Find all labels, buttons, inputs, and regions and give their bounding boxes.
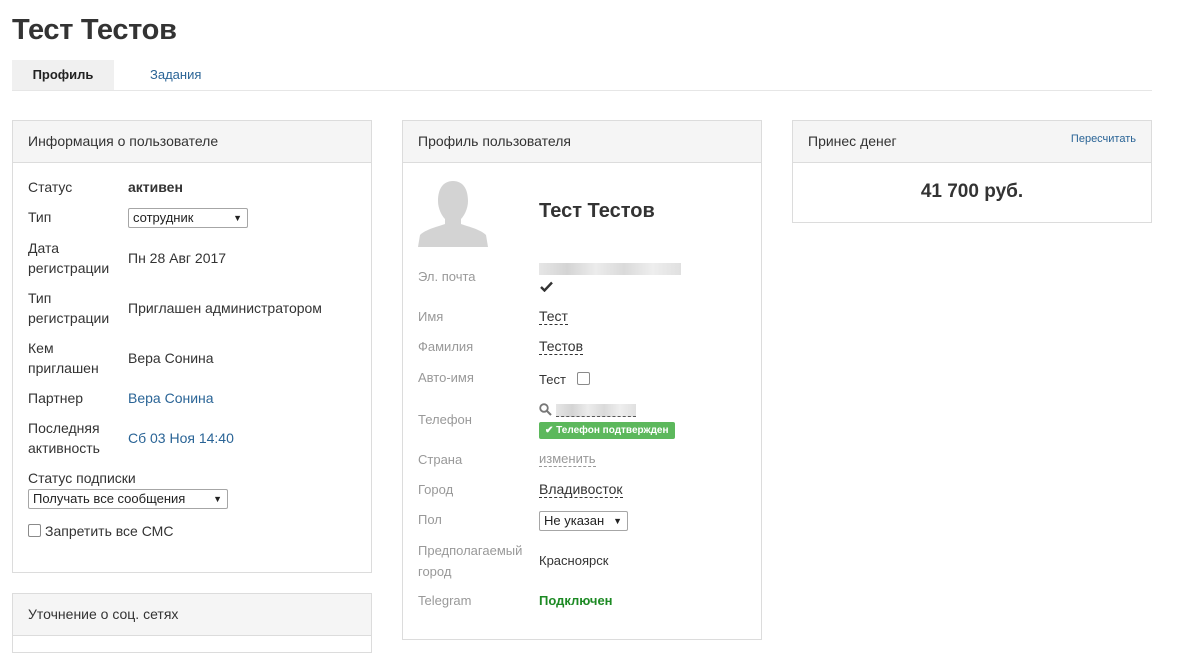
telegram-status: Подключен <box>539 593 613 608</box>
user-profile-panel: Профиль пользователя Тест Тестов Эл. поч… <box>402 120 762 640</box>
search-icon[interactable] <box>539 403 552 416</box>
block-sms-checkbox[interactable] <box>28 524 41 537</box>
country-label: Страна <box>418 452 463 467</box>
assumed-city-label-2: город <box>418 564 452 579</box>
last-name-value[interactable]: Тестов <box>539 338 584 355</box>
money-panel: Принес денег Пересчитать 41 700 руб. <box>792 120 1152 223</box>
invited-by-label-1: Кем <box>28 340 54 356</box>
subscription-select-value: Получать все сообщения <box>33 491 186 506</box>
type-label: Тип <box>28 209 52 225</box>
city-label: Город <box>418 482 454 497</box>
auto-name-label: Авто-имя <box>418 370 474 385</box>
chevron-down-icon: ▼ <box>213 494 222 504</box>
last-name-label: Фамилия <box>418 339 474 354</box>
telegram-label: Telegram <box>418 593 472 608</box>
reg-date-label-2: регистрации <box>28 260 110 276</box>
status-label: Статус <box>28 179 73 195</box>
country-change-link[interactable]: изменить <box>539 451 596 467</box>
recalculate-link[interactable]: Пересчитать <box>1071 121 1136 157</box>
avatar-silhouette <box>418 181 488 247</box>
reg-type-label-2: регистрации <box>28 310 110 326</box>
check-icon: ✔ <box>545 425 554 436</box>
tab-profile[interactable]: Профиль <box>12 60 114 90</box>
money-panel-header: Принес денег Пересчитать <box>793 121 1151 163</box>
status-value: активен <box>128 179 183 195</box>
city-value[interactable]: Владивосток <box>539 481 623 498</box>
auto-name-checkbox[interactable] <box>577 372 590 385</box>
subscription-label: Статус подписки <box>28 470 136 486</box>
profile-name: Тест Тестов <box>539 200 655 222</box>
type-select-value: сотрудник <box>133 210 194 225</box>
reg-date-value: Пн 28 Авг 2017 <box>128 250 227 266</box>
chevron-down-icon: ▼ <box>233 213 242 223</box>
first-name-value[interactable]: Тест <box>539 308 568 325</box>
check-icon <box>540 281 553 292</box>
phone-value-redacted[interactable] <box>556 404 636 417</box>
last-activity-label-2: активность <box>28 440 100 456</box>
money-panel-title: Принес денег <box>808 133 897 149</box>
assumed-city-value: Красноярск <box>539 553 609 568</box>
invited-by-value: Вера Сонина <box>128 350 214 366</box>
auto-name-value: Тест <box>539 372 566 387</box>
last-activity-label-1: Последняя <box>28 420 100 436</box>
gender-select-value: Не указан <box>544 513 605 528</box>
page-title: Тест Тестов <box>12 14 177 46</box>
invited-by-label-2: приглашен <box>28 360 99 376</box>
partner-label: Партнер <box>28 390 84 406</box>
tabs: Профиль Задания <box>12 60 1152 91</box>
chevron-down-icon: ▼ <box>613 516 622 526</box>
phone-verified-text: Телефон подтвержден <box>556 425 669 436</box>
block-sms-label: Запретить все СМС <box>45 523 174 539</box>
email-label: Эл. почта <box>418 269 476 284</box>
subscription-select[interactable]: Получать все сообщения ▼ <box>28 489 228 509</box>
last-activity-link[interactable]: Сб 03 Ноя 14:40 <box>128 428 234 448</box>
type-select[interactable]: сотрудник ▼ <box>128 208 248 228</box>
reg-type-label-1: Тип <box>28 290 52 306</box>
reg-type-value: Приглашен администратором <box>128 300 322 316</box>
reg-date-label-1: Дата <box>28 240 60 256</box>
gender-label: Пол <box>418 512 442 527</box>
user-info-panel: Информация о пользователе Статус активен… <box>12 120 372 573</box>
user-info-title: Информация о пользователе <box>13 121 371 163</box>
tab-tasks[interactable]: Задания <box>150 60 201 90</box>
assumed-city-label-1: Предполагаемый <box>418 543 523 558</box>
phone-verified-badge: ✔ Телефон подтвержден <box>539 422 675 439</box>
social-panel-title: Уточнение о соц. сетях <box>13 594 371 636</box>
email-value-redacted <box>539 263 681 275</box>
partner-link[interactable]: Вера Сонина <box>128 388 214 408</box>
social-panel: Уточнение о соц. сетях <box>12 593 372 653</box>
gender-select[interactable]: Не указан ▼ <box>539 511 628 531</box>
phone-label: Телефон <box>418 412 472 427</box>
user-profile-title: Профиль пользователя <box>403 121 761 163</box>
money-amount: 41 700 руб. <box>920 181 1024 202</box>
first-name-label: Имя <box>418 309 444 324</box>
